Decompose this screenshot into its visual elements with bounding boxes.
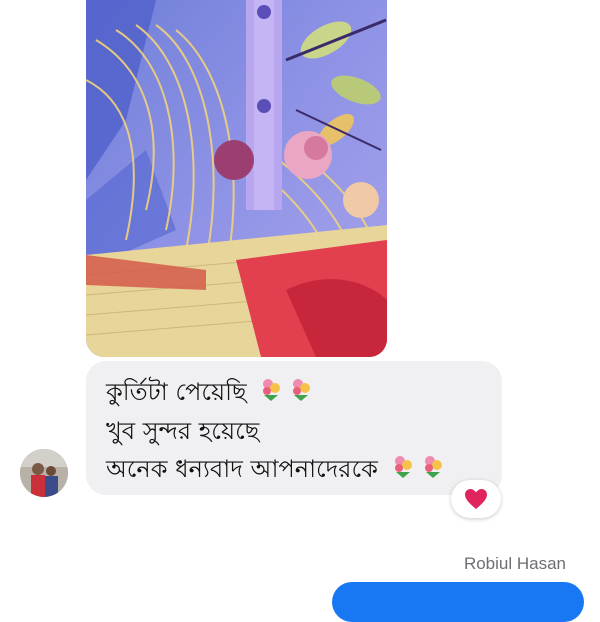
message-line-3: অনেক ধন্যবাদ আপনাদেরকে <box>106 450 502 489</box>
bouquet-icon <box>390 451 448 489</box>
photo-attachment[interactable] <box>86 0 387 357</box>
outgoing-message-bubble[interactable] <box>332 582 584 622</box>
kurti-photo-image <box>86 0 387 357</box>
message-line-2-text: খুব সুন্দর হয়েছে <box>106 417 260 445</box>
message-line-1-text: কুর্তিটা পেয়েছি <box>106 378 247 406</box>
sender-name-label: Robiul Hasan <box>463 554 566 573</box>
incoming-message-bubble[interactable]: কুর্তিটা পেয়েছি খুব সুন্দর হয়েছে অনেক … <box>86 361 502 495</box>
avatar-photo <box>20 449 68 497</box>
message-line-1: কুর্তিটা পেয়েছি <box>106 373 502 412</box>
message-line-3-text: অনেক ধন্যবাদ আপনাদেরকে <box>106 455 378 483</box>
heart-icon <box>465 489 487 509</box>
bouquet-icon <box>258 374 316 412</box>
message-line-2: খুব সুন্দর হয়েছে <box>106 412 502 450</box>
avatar[interactable] <box>20 449 68 497</box>
heart-reaction[interactable] <box>451 480 501 518</box>
